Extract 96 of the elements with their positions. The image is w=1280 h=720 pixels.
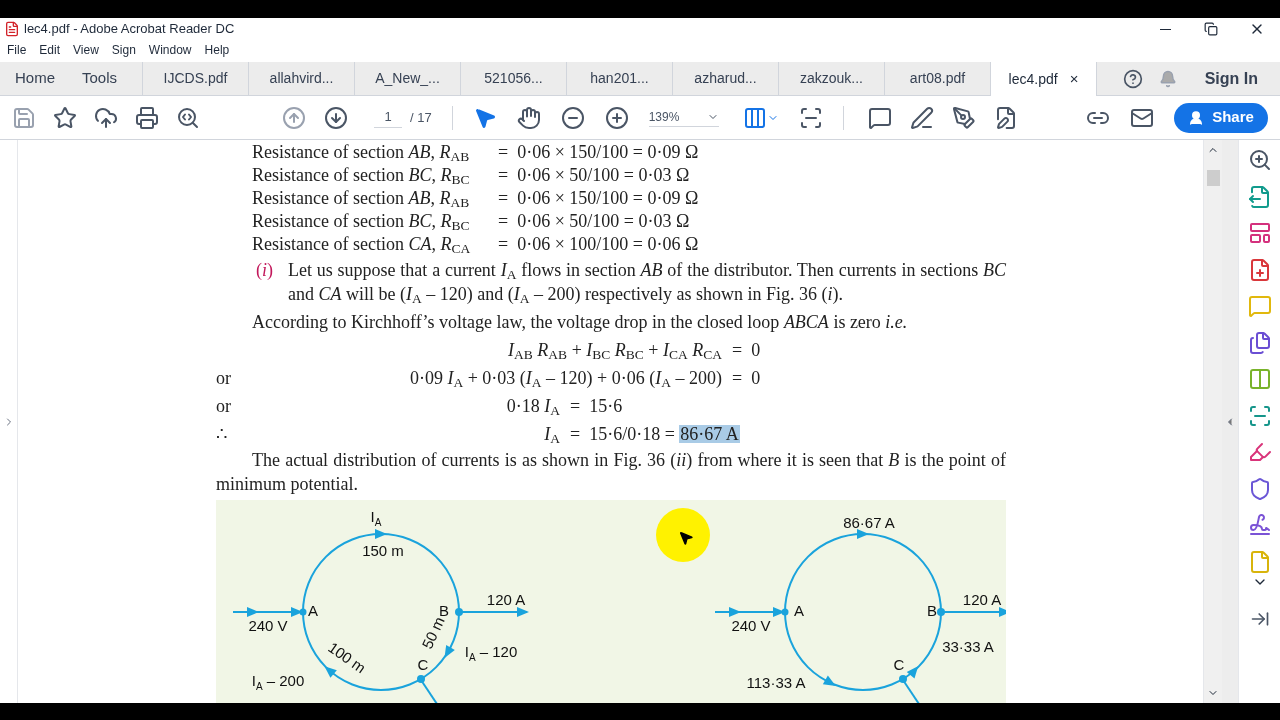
page-number-field[interactable]: 1 xyxy=(374,107,402,128)
diagram-label: I$_{A}$ xyxy=(370,508,382,528)
document-tab[interactable]: han201... xyxy=(567,62,673,95)
window-title: lec4.pdf - Adobe Acrobat Reader DC xyxy=(24,20,235,39)
equation-lhs: I$_{A}$ xyxy=(543,425,560,443)
diagram-label: C xyxy=(893,656,905,673)
star-icon[interactable] xyxy=(53,105,77,130)
resistance-label: Resistance of section BC, R$_{BC}$ xyxy=(252,211,471,230)
comment-icon[interactable] xyxy=(867,105,892,130)
paragraph: According to Kirchhoff’s voltage law, the voltage drop in the closed loop ABCA is zero i.e. xyxy=(251,311,909,334)
search-icon[interactable] xyxy=(176,105,200,130)
sign-pen-icon[interactable] xyxy=(951,105,976,130)
restore-icon xyxy=(1204,22,1218,36)
resistance-value: = 0·06 × 150/100 = 0·09 Ω xyxy=(498,188,699,207)
equation-lhs: I$_{AB}$ R$_{AB}$ + I$_{BC}$ R$_{BC}$ + I$_{CA}$ R$_{CA}$ xyxy=(507,341,722,359)
equation-lhs: 0·18 I$_{A}$ xyxy=(505,397,560,415)
resistance-label: Resistance of section CA, R$_{CA}$ xyxy=(252,234,472,253)
item-marker: (i) xyxy=(256,259,274,282)
upload-icon[interactable] xyxy=(94,105,118,130)
print-icon[interactable] xyxy=(135,105,159,130)
zoom-out-icon[interactable] xyxy=(560,105,585,130)
tab-close-button[interactable]: × xyxy=(1069,67,1079,91)
diagram-label: I$_{A}$ – 120 xyxy=(464,643,518,663)
resistance-label: Resistance of section AB, R$_{AB}$ xyxy=(252,188,471,207)
export-file-icon[interactable] xyxy=(1247,184,1272,209)
resistance-label: Resistance of section BC, R$_{BC}$ xyxy=(252,165,471,184)
equation-prefix: or xyxy=(216,397,232,415)
scrollbar[interactable] xyxy=(1203,140,1222,703)
hand-icon[interactable] xyxy=(516,105,541,130)
diagram-label: 100 m xyxy=(325,638,370,677)
sign-in-link[interactable]: Sign In xyxy=(1204,66,1258,91)
signature-icon[interactable] xyxy=(1247,513,1272,537)
diagram-label: 240 V xyxy=(248,617,288,634)
previous-page-icon[interactable] xyxy=(282,105,306,130)
diagram-label: A xyxy=(308,602,318,619)
diagram-label: 113·33 A xyxy=(746,674,806,691)
diagram-label: 120 A xyxy=(486,591,526,608)
document-tab[interactable]: allahvird... xyxy=(249,62,355,95)
diagram-label: 86·67 A xyxy=(843,514,895,531)
diagram-label: 150 m xyxy=(362,542,404,559)
share-button[interactable]: Share xyxy=(1174,102,1268,133)
highlighter-icon[interactable] xyxy=(1247,440,1272,464)
page-count: / 17 xyxy=(410,108,432,127)
equation-lhs: 0·09 I$_{A}$ + 0·03 (I$_{A}$ – 120) + 0·06 (I$_{A}$ – 200) xyxy=(408,369,722,387)
diagram-label: 120 A xyxy=(962,591,1002,608)
document-tab[interactable]: A_New_... xyxy=(355,62,461,95)
zoom-in-icon[interactable] xyxy=(604,105,629,130)
document-tab[interactable]: lec4.pdf × xyxy=(991,62,1097,96)
paragraph: The actual distribution of currents is as shown in Fig. 36 (ii) from where it is seen that B is the point of minimum potential. xyxy=(216,449,1006,496)
selected-text: 86·67 A xyxy=(679,425,740,443)
item-text: Let us suppose that a current I$_{A}$ flows in section AB of the distributor. Then currents in sections BC and CA will be (I$_{A}$ – 120) and (I$_{A}$ – 200) respectively as shown in Fig. 36 (i). xyxy=(288,259,1006,306)
highlight-pen-icon[interactable] xyxy=(909,105,934,130)
scrollbar-thumb[interactable] xyxy=(1206,170,1220,186)
cursor-highlight xyxy=(656,508,710,562)
minimize-icon xyxy=(1159,28,1171,30)
resistance-value: = 0·06 × 100/100 = 0·06 Ω xyxy=(498,234,699,253)
equation-rhs: = 15·6/0·18 = xyxy=(570,425,676,443)
menu-item[interactable]: View xyxy=(73,41,99,59)
cursor-icon xyxy=(678,530,694,546)
menu-item[interactable]: Sign xyxy=(111,41,136,59)
menu-item[interactable]: Help xyxy=(204,41,230,59)
zoom-dropdown[interactable]: 139% xyxy=(648,108,719,127)
diagram-label: I$_{A}$ – 200 xyxy=(251,672,305,692)
resistance-value: = 0·06 × 50/100 = 0·03 Ω xyxy=(498,165,690,184)
equation-rhs: = 15·6 xyxy=(570,397,624,415)
diagram-label: C xyxy=(417,656,429,673)
diagram-label: B xyxy=(927,602,937,619)
files-icon[interactable] xyxy=(1247,330,1272,355)
menu-item[interactable]: Window xyxy=(148,41,192,59)
equation-rhs: = 0 xyxy=(732,341,762,359)
nav-tab[interactable]: Tools xyxy=(82,67,118,90)
document-tab[interactable]: azharud... xyxy=(673,62,779,95)
diagram-label: 33·33 A xyxy=(942,638,994,655)
document-tab[interactable]: 521056... xyxy=(461,62,567,95)
resistance-label: Resistance of section AB, R$_{AB}$ xyxy=(252,142,471,161)
diagram-label: B xyxy=(439,602,449,619)
save-icon[interactable] xyxy=(12,105,36,130)
equation-prefix: or xyxy=(216,369,232,387)
resistance-value: = 0·06 × 50/100 = 0·03 Ω xyxy=(498,211,690,230)
layout-icon[interactable] xyxy=(1247,221,1272,245)
diagram-label: 240 V xyxy=(731,617,771,634)
equation-prefix: ∴ xyxy=(216,425,228,443)
nav-tab[interactable]: Home xyxy=(0,67,82,90)
resistance-value: = 0·06 × 150/100 = 0·09 Ω xyxy=(498,142,699,161)
help-icon[interactable] xyxy=(1122,68,1143,89)
scan-icon[interactable] xyxy=(1247,403,1272,428)
user-icon xyxy=(1188,109,1205,126)
document-tab[interactable]: zakzouk... xyxy=(779,62,885,95)
pdf-file-icon xyxy=(4,21,20,37)
menu-item[interactable]: File xyxy=(7,41,27,59)
zoom-icon[interactable] xyxy=(1247,148,1272,172)
menu-item[interactable]: Edit xyxy=(39,41,61,59)
next-page-icon[interactable] xyxy=(324,105,348,130)
diagram-label: A xyxy=(794,602,804,619)
equation-rhs: = 0 xyxy=(732,369,762,387)
document-tab[interactable]: IJCDS.pdf xyxy=(143,62,249,95)
